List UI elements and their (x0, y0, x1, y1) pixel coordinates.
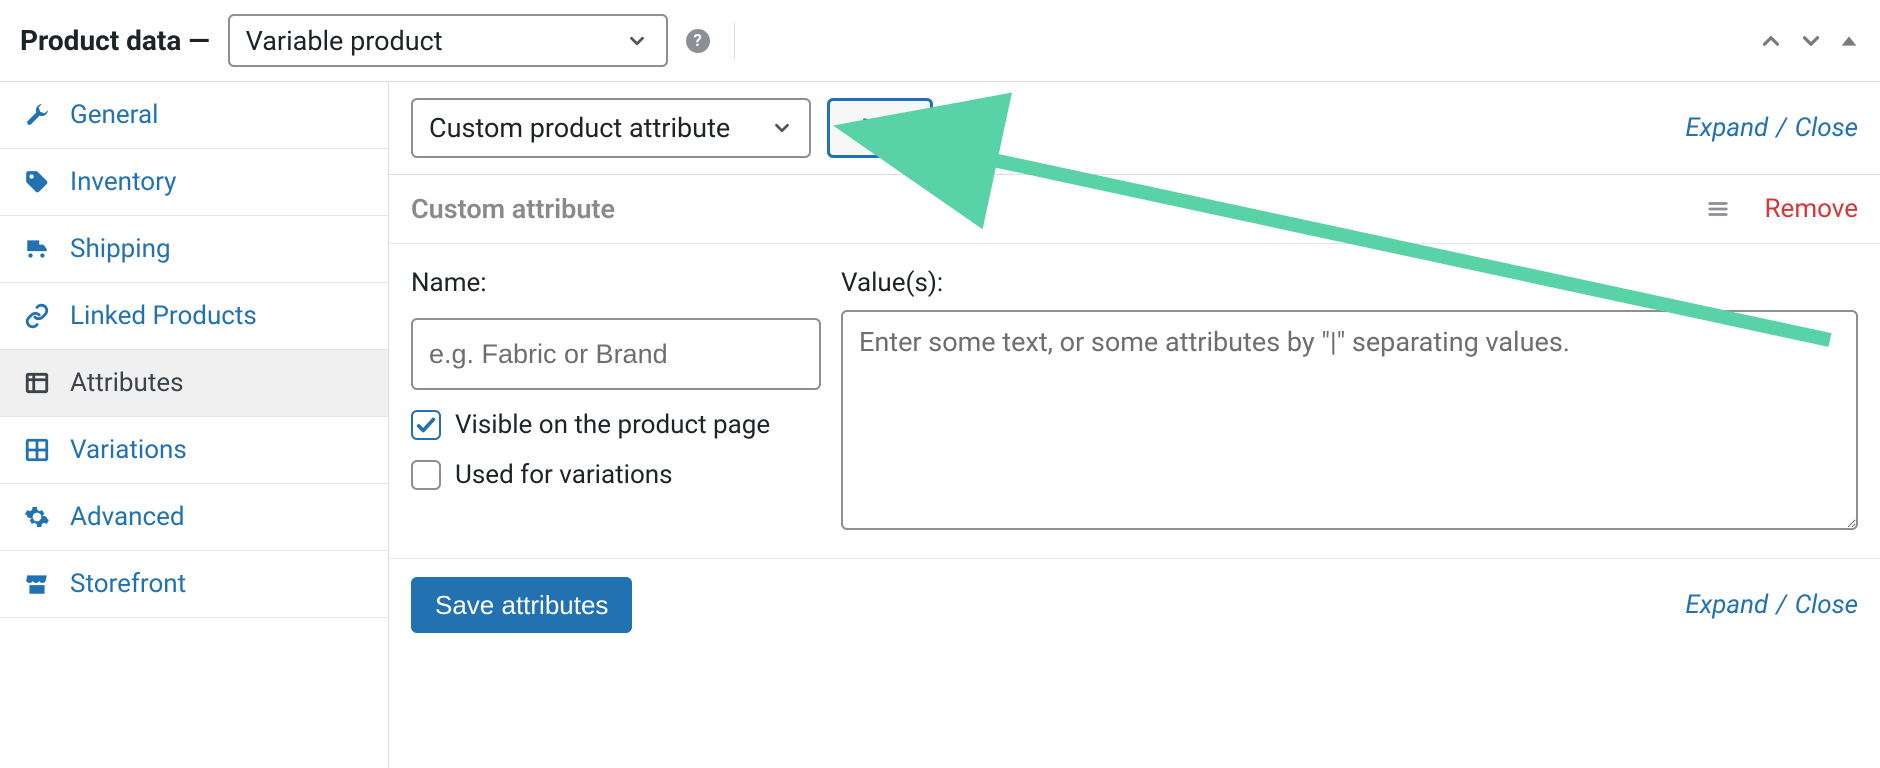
sidebar-item-label: Storefront (70, 569, 186, 599)
name-label: Name: (411, 268, 821, 298)
grid-icon (22, 437, 52, 463)
attribute-type-value: Custom product attribute (429, 112, 730, 144)
tag-icon (22, 169, 52, 195)
variations-checkbox-row[interactable]: Used for variations (411, 460, 821, 490)
sidebar-item-label: General (70, 100, 158, 130)
attribute-type-select[interactable]: Custom product attribute (411, 98, 811, 158)
close-link[interactable]: Close (1795, 590, 1858, 620)
sidebar-item-inventory[interactable]: Inventory (0, 149, 388, 216)
expand-close-top: Expand / Close (1685, 113, 1858, 143)
gear-icon (22, 504, 52, 530)
sidebar-item-general[interactable]: General (0, 82, 388, 149)
panel-body: General Inventory Shipping Linked Produc… (0, 82, 1880, 768)
remove-attribute-link[interactable]: Remove (1765, 194, 1858, 224)
header-controls (1758, 28, 1860, 54)
slash: / (1776, 590, 1786, 620)
sidebar-item-label: Shipping (70, 234, 171, 264)
product-type-select[interactable]: Variable product (228, 14, 668, 67)
attributes-footer: Save attributes Expand / Close (389, 559, 1880, 651)
drag-handle-icon[interactable] (1705, 198, 1731, 220)
attr-left-column: Name: Visible on the product page Used f… (411, 268, 821, 530)
checkbox-unchecked-icon (411, 460, 441, 490)
sidebar-item-label: Advanced (70, 502, 185, 532)
add-button-label: Add (856, 113, 904, 144)
store-icon (22, 571, 52, 597)
sidebar: General Inventory Shipping Linked Produc… (0, 82, 389, 768)
panel-title: Product data — (20, 24, 210, 57)
close-link[interactable]: Close (1795, 113, 1858, 143)
sidebar-item-label: Attributes (70, 368, 184, 398)
chevron-up-icon[interactable] (1758, 28, 1784, 54)
attribute-row-header[interactable]: Custom attribute Remove (389, 175, 1880, 244)
add-attribute-button[interactable]: Add (827, 98, 933, 158)
variations-checkbox-label: Used for variations (455, 460, 673, 490)
visible-checkbox-row[interactable]: Visible on the product page (411, 410, 821, 440)
checkbox-checked-icon (411, 410, 441, 440)
chevron-down-icon[interactable] (1798, 28, 1824, 54)
sidebar-item-attributes[interactable]: Attributes (0, 350, 388, 417)
sidebar-item-label: Variations (70, 435, 187, 465)
caret-up-icon[interactable] (1838, 30, 1860, 52)
truck-icon (22, 236, 52, 262)
sidebar-item-storefront[interactable]: Storefront (0, 551, 388, 618)
expand-link[interactable]: Expand (1685, 113, 1768, 143)
chevron-down-icon (771, 117, 793, 139)
visible-checkbox-label: Visible on the product page (455, 410, 770, 440)
sidebar-item-linked-products[interactable]: Linked Products (0, 283, 388, 350)
slash: / (1776, 113, 1786, 143)
attr-right-column: Value(s): (841, 268, 1858, 530)
panel-header: Product data — Variable product ? (0, 0, 1880, 82)
list-icon (22, 370, 52, 396)
header-divider (734, 23, 735, 59)
sidebar-item-label: Inventory (70, 167, 176, 197)
sidebar-item-shipping[interactable]: Shipping (0, 216, 388, 283)
sidebar-item-advanced[interactable]: Advanced (0, 484, 388, 551)
save-attributes-button[interactable]: Save attributes (411, 577, 632, 633)
expand-link[interactable]: Expand (1685, 590, 1768, 620)
sidebar-item-label: Linked Products (70, 301, 257, 331)
expand-close-bottom: Expand / Close (1685, 590, 1858, 620)
wrench-icon (22, 102, 52, 128)
chevron-down-icon (626, 30, 648, 52)
product-type-value: Variable product (246, 25, 443, 57)
values-label: Value(s): (841, 268, 1858, 298)
save-button-label: Save attributes (435, 590, 608, 620)
attributes-toolbar: Custom product attribute Add Expand / Cl… (389, 82, 1880, 175)
help-icon[interactable]: ? (686, 29, 710, 53)
sidebar-item-variations[interactable]: Variations (0, 417, 388, 484)
content: Custom product attribute Add Expand / Cl… (389, 82, 1880, 768)
attribute-body: Name: Visible on the product page Used f… (389, 244, 1880, 559)
attribute-values-textarea[interactable] (841, 310, 1858, 530)
attribute-name-input[interactable] (411, 318, 821, 390)
link-icon (22, 303, 52, 329)
attribute-row-title: Custom attribute (411, 193, 615, 225)
